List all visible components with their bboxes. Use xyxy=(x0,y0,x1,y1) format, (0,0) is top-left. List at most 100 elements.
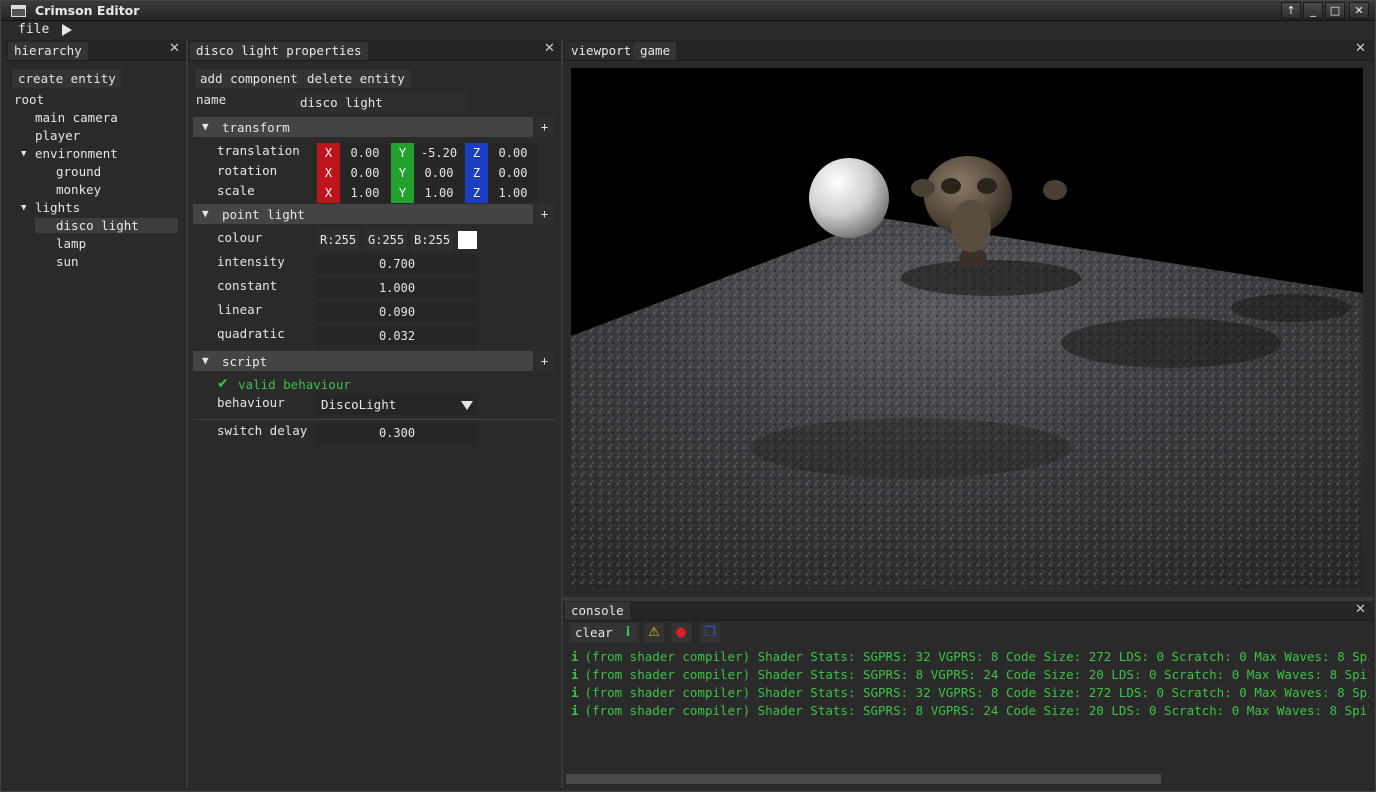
tree-item-root[interactable]: root xyxy=(14,92,44,107)
linear-input[interactable]: 0.090 xyxy=(317,302,477,322)
clear-button[interactable]: clear xyxy=(570,623,618,642)
expand-lights-icon[interactable]: ▼ xyxy=(21,203,26,213)
dropdown-arrow-icon[interactable] xyxy=(461,401,473,410)
transform-header[interactable]: ▼ transform xyxy=(193,117,533,137)
point-light-header[interactable]: ▼ point light xyxy=(193,204,533,224)
expand-environment-icon[interactable]: ▼ xyxy=(21,149,26,159)
tab-viewport[interactable]: viewport xyxy=(565,42,638,60)
tab-properties[interactable]: disco light properties xyxy=(190,42,368,60)
tree-item-lamp[interactable]: lamp xyxy=(56,236,86,251)
behaviour-select[interactable]: DiscoLight xyxy=(317,395,477,415)
add-component-button[interactable]: add component xyxy=(195,69,303,88)
translation-label: translation xyxy=(217,143,300,158)
translation-x-input[interactable]: 0.00 xyxy=(340,143,390,163)
close-properties-icon[interactable]: ✕ xyxy=(544,41,555,56)
window-icon[interactable] xyxy=(11,5,26,17)
tree-item-player[interactable]: player xyxy=(35,128,80,143)
switch-delay-input[interactable]: 0.300 xyxy=(317,423,477,443)
console-line: i (from shader compiler) Shader Stats: SG… xyxy=(571,667,1369,682)
collapse-transform-icon[interactable]: ▼ xyxy=(202,120,209,133)
script-divider xyxy=(193,419,557,420)
play-icon[interactable] xyxy=(62,24,72,36)
close-console-icon[interactable]: ✕ xyxy=(1355,602,1366,617)
maximize-icon[interactable]: □ xyxy=(1325,2,1345,19)
rotation-y-label: Y xyxy=(391,163,414,183)
scale-z-label: Z xyxy=(465,183,488,203)
colour-b-input[interactable]: B:255 xyxy=(411,230,454,250)
console-horizontal-scrollbar[interactable] xyxy=(566,774,1370,784)
tab-game[interactable]: game xyxy=(634,42,677,60)
viewport-panel: viewport game ✕ xyxy=(563,40,1373,595)
copy-icon[interactable]: ❐ xyxy=(700,623,720,642)
point-light-add-button[interactable]: + xyxy=(535,204,554,224)
game-viewport[interactable] xyxy=(571,68,1363,589)
tree-item-lights[interactable]: lights xyxy=(35,200,80,215)
properties-tabbar: disco light properties ✕ xyxy=(188,40,561,61)
transform-title: transform xyxy=(222,120,290,135)
hierarchy-panel: hierarchy ✕ create entity root main came… xyxy=(5,40,186,788)
name-input[interactable]: disco light xyxy=(295,93,467,112)
tree-item-monkey[interactable]: monkey xyxy=(56,182,101,197)
info-icon: i xyxy=(571,649,579,664)
rotation-y-input[interactable]: 0.00 xyxy=(414,163,464,183)
viewport-tabbar: viewport game ✕ xyxy=(563,40,1373,61)
console-line: i (from shader compiler) Shader Stats: SG… xyxy=(571,649,1369,664)
info-filter-icon[interactable]: i xyxy=(618,623,638,642)
scale-z-input[interactable]: 1.00 xyxy=(488,183,538,203)
minimize-icon[interactable]: _ xyxy=(1303,2,1323,19)
hierarchy-tabbar: hierarchy ✕ xyxy=(5,40,186,61)
script-add-button[interactable]: + xyxy=(535,351,554,371)
intensity-input[interactable]: 0.700 xyxy=(317,254,477,274)
console-scrollbar-thumb[interactable] xyxy=(566,774,1161,784)
colour-g-input[interactable]: G:255 xyxy=(365,230,408,250)
quadratic-input[interactable]: 0.032 xyxy=(317,326,477,346)
close-window-icon[interactable]: ✕ xyxy=(1349,2,1369,19)
point-light-title: point light xyxy=(222,207,305,222)
keep-above-icon[interactable]: ↑ xyxy=(1281,2,1301,19)
tree-item-ground[interactable]: ground xyxy=(56,164,101,179)
close-hierarchy-icon[interactable]: ✕ xyxy=(169,41,180,56)
colour-swatch[interactable] xyxy=(458,231,477,249)
translation-x-label: X xyxy=(317,143,340,163)
properties-panel: disco light properties ✕ add component d… xyxy=(188,40,561,788)
colour-r-input[interactable]: R:255 xyxy=(317,230,360,250)
close-viewport-icon[interactable]: ✕ xyxy=(1355,41,1366,56)
console-line: i (from shader compiler) Shader Stats: SG… xyxy=(571,685,1369,700)
scale-y-input[interactable]: 1.00 xyxy=(414,183,464,203)
script-header[interactable]: ▼ script xyxy=(193,351,533,371)
warning-filter-icon[interactable]: ⚠ xyxy=(644,623,664,642)
rotation-x-label: X xyxy=(317,163,340,183)
rotation-z-input[interactable]: 0.00 xyxy=(488,163,538,183)
error-filter-icon[interactable]: ● xyxy=(671,623,691,642)
console-panel: console ✕ clear i ⚠ ● ❐ i (from shader co… xyxy=(563,601,1373,788)
name-label: name xyxy=(196,92,227,107)
delete-entity-button[interactable]: delete entity xyxy=(302,69,410,88)
rotation-x-input[interactable]: 0.00 xyxy=(340,163,390,183)
transform-add-button[interactable]: + xyxy=(535,117,554,137)
tab-console[interactable]: console xyxy=(565,602,630,620)
translation-z-input[interactable]: 0.00 xyxy=(488,143,538,163)
title-bar[interactable]: Crimson Editor ↑ _ □ ✕ xyxy=(1,1,1375,21)
scale-x-input[interactable]: 1.00 xyxy=(340,183,390,203)
collapse-script-icon[interactable]: ▼ xyxy=(202,354,209,367)
tree-item-disco-light[interactable]: disco light xyxy=(35,218,178,233)
scene-render xyxy=(571,156,1363,589)
menu-file[interactable]: file xyxy=(18,22,49,37)
scale-label: scale xyxy=(217,183,255,198)
constant-input[interactable]: 1.000 xyxy=(317,278,477,298)
behaviour-select-value: DiscoLight xyxy=(321,397,397,412)
collapse-point-light-icon[interactable]: ▼ xyxy=(202,207,209,220)
tree-item-sun[interactable]: sun xyxy=(56,254,79,269)
tree-item-main-camera[interactable]: main camera xyxy=(35,110,118,125)
valid-behaviour-text: valid behaviour xyxy=(238,377,351,392)
info-icon: i xyxy=(571,667,579,682)
create-entity-button[interactable]: create entity xyxy=(13,69,121,88)
check-icon: ✔ xyxy=(217,376,229,392)
tree-item-environment[interactable]: environment xyxy=(35,146,118,161)
scale-y-label: Y xyxy=(391,183,414,203)
quadratic-label: quadratic xyxy=(217,326,285,341)
console-tabbar: console ✕ xyxy=(563,601,1373,621)
console-line: i (from shader compiler) Shader Stats: SG… xyxy=(571,703,1369,718)
tab-hierarchy[interactable]: hierarchy xyxy=(8,42,88,60)
translation-y-input[interactable]: -5.20 xyxy=(414,143,464,163)
